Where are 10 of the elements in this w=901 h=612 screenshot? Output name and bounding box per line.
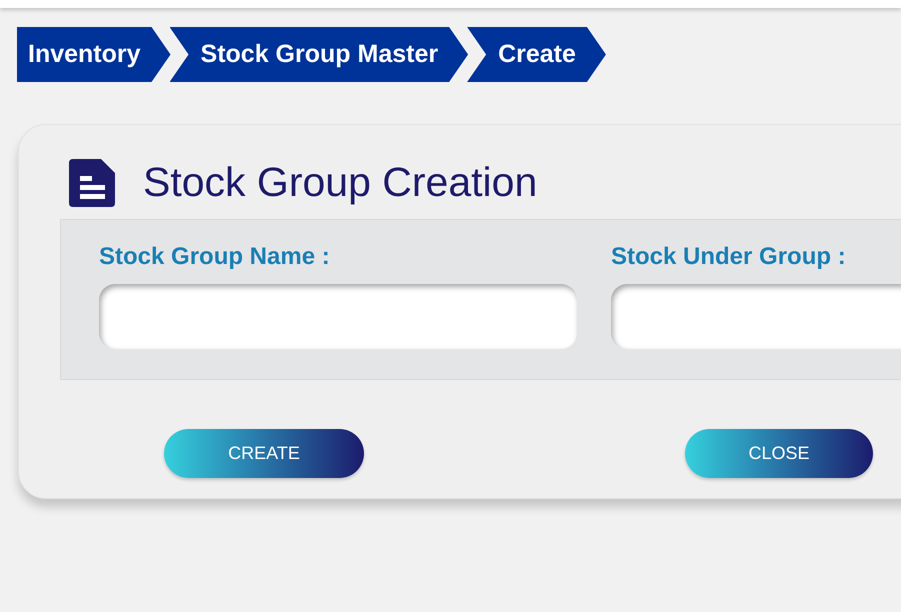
- breadcrumb-link[interactable]: Inventory: [17, 27, 171, 82]
- breadcrumb-link[interactable]: Create: [467, 27, 606, 82]
- breadcrumb-link[interactable]: Stock Group Master: [170, 27, 468, 82]
- field-label: Stock Group Name :: [99, 242, 331, 272]
- form-title: Stock Group Creation: [143, 162, 538, 202]
- input-field[interactable]: [99, 284, 577, 349]
- field-label: Stock Under Group :: [611, 242, 847, 272]
- action-button[interactable]: CREATE: [164, 429, 364, 478]
- action-button[interactable]: CLOSE: [685, 429, 873, 478]
- document-icon: [67, 157, 117, 207]
